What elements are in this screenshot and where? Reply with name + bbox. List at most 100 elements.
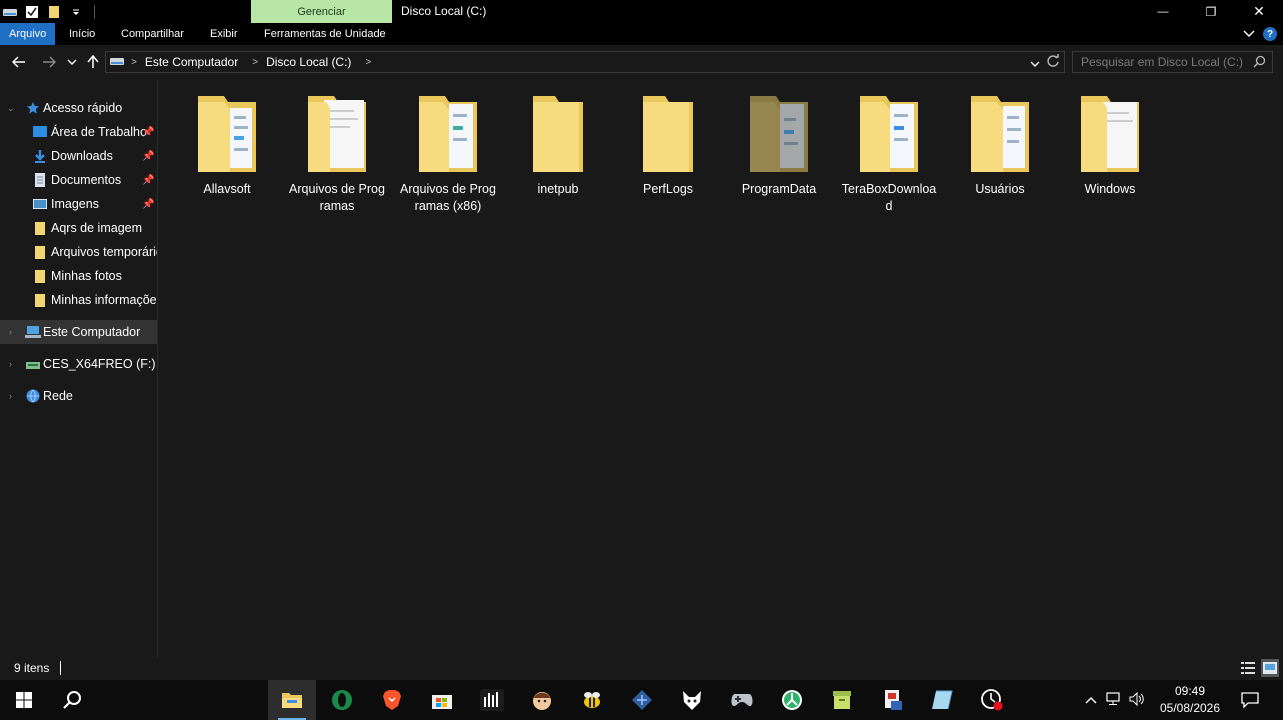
properties-icon[interactable] bbox=[24, 4, 40, 20]
details-view-button[interactable] bbox=[1239, 659, 1257, 677]
star-icon bbox=[26, 101, 40, 115]
nav-usb-drive[interactable]: › CES_X64FREO (F:) bbox=[0, 352, 157, 376]
taskbar-green-app[interactable] bbox=[768, 680, 816, 720]
nav-item-folder[interactable]: Minhas fotos bbox=[0, 264, 157, 288]
breadcrumb-local-disk[interactable]: Disco Local (C:) bbox=[266, 55, 351, 69]
folder-item[interactable]: PerfLogs bbox=[613, 92, 723, 222]
taskbar-ms-store[interactable] bbox=[418, 680, 466, 720]
tab-view[interactable]: Exibir bbox=[201, 23, 247, 45]
chevron-right-icon[interactable]: › bbox=[9, 391, 12, 401]
taskbar-opera[interactable] bbox=[318, 680, 366, 720]
notifications-button[interactable] bbox=[1226, 680, 1274, 720]
nav-item-documents[interactable]: Documentos 📌 bbox=[0, 168, 157, 192]
search-input[interactable] bbox=[1079, 54, 1249, 70]
nav-item-folder[interactable]: Minhas informações bbox=[0, 288, 157, 312]
taskbar-gamepad-app[interactable] bbox=[718, 680, 766, 720]
refresh-icon[interactable] bbox=[1046, 54, 1060, 71]
tab-home[interactable]: Início bbox=[60, 23, 104, 45]
taskbar-document-app[interactable] bbox=[868, 680, 916, 720]
folder-item[interactable]: Arquivos de Programas (x86) bbox=[393, 92, 503, 222]
taskbar-notes-app[interactable] bbox=[918, 680, 966, 720]
folder-item[interactable]: Allavsoft bbox=[172, 92, 282, 222]
status-caret bbox=[60, 661, 61, 675]
close-button[interactable]: ✕ bbox=[1235, 0, 1283, 23]
minimize-button[interactable]: — bbox=[1139, 0, 1187, 23]
nav-item-folder[interactable]: Aqrs de imagem bbox=[0, 216, 157, 240]
nav-network[interactable]: › Rede bbox=[0, 384, 157, 408]
nav-quick-access[interactable]: ⌄ Acesso rápido bbox=[0, 96, 157, 120]
forward-button[interactable] bbox=[40, 53, 58, 71]
network-status-icon[interactable] bbox=[1105, 691, 1121, 709]
nav-this-pc[interactable]: › Este Computador bbox=[0, 320, 157, 344]
address-bar[interactable]: > Este Computador > Disco Local (C:) > bbox=[105, 51, 1065, 73]
taskbar-clock[interactable]: 09:49 05/08/2026 bbox=[1150, 683, 1230, 717]
taskbar-face-app[interactable] bbox=[518, 680, 566, 720]
drive-icon[interactable] bbox=[2, 4, 18, 20]
pin-icon[interactable]: 📌 bbox=[142, 199, 154, 210]
new-folder-icon[interactable] bbox=[46, 4, 62, 20]
recent-locations-button[interactable] bbox=[63, 53, 81, 71]
folder-name: inetpub bbox=[537, 182, 579, 196]
large-icons-view-button[interactable] bbox=[1261, 659, 1279, 677]
taskbar-network-app[interactable] bbox=[618, 680, 666, 720]
opera-icon bbox=[332, 690, 352, 710]
tab-file[interactable]: Arquivo bbox=[0, 23, 56, 45]
folder-icon bbox=[194, 92, 260, 178]
taskbar-audio-app[interactable] bbox=[468, 680, 516, 720]
help-icon[interactable]: ? bbox=[1263, 27, 1277, 41]
address-dropdown-icon[interactable] bbox=[1030, 56, 1040, 70]
file-list: Allavsoft Arquivos de Programas Arquivos… bbox=[158, 80, 1283, 657]
audio-app-icon bbox=[480, 689, 504, 711]
back-button[interactable] bbox=[10, 53, 28, 71]
taskbar-archive-app[interactable] bbox=[818, 680, 866, 720]
nav-item-pictures[interactable]: Imagens 📌 bbox=[0, 192, 157, 216]
ms-store-icon bbox=[432, 695, 452, 709]
taskbar-bee-app[interactable] bbox=[568, 680, 616, 720]
taskbar-recorder-app[interactable] bbox=[968, 680, 1016, 720]
taskbar-search-button[interactable] bbox=[48, 680, 96, 720]
nav-label: Acesso rápido bbox=[43, 101, 123, 115]
taskbar-file-explorer[interactable] bbox=[268, 680, 316, 720]
folder-icon bbox=[415, 92, 481, 178]
taskbar-brave[interactable] bbox=[368, 680, 416, 720]
nav-label: Downloads bbox=[51, 149, 113, 163]
breadcrumb-separator[interactable]: > bbox=[131, 57, 137, 68]
pin-icon[interactable]: 📌 bbox=[142, 127, 154, 138]
nav-item-desktop[interactable]: Área de Trabalho 📌 bbox=[0, 120, 157, 144]
up-arrow-icon bbox=[87, 55, 99, 68]
folder-item[interactable]: TeraBoxDownload bbox=[834, 92, 944, 222]
customize-toolbar-icon[interactable] bbox=[68, 4, 84, 20]
volume-icon[interactable] bbox=[1129, 691, 1145, 709]
pin-icon[interactable]: 📌 bbox=[142, 151, 154, 162]
tab-manage[interactable]: Gerenciar bbox=[251, 0, 392, 23]
nav-item-folder[interactable]: Arquivos temporários bbox=[0, 240, 157, 264]
maximize-button[interactable]: ❐ bbox=[1187, 0, 1235, 23]
tab-share[interactable]: Compartilhar bbox=[112, 23, 193, 45]
folder-name: PerfLogs bbox=[642, 182, 694, 196]
folder-item[interactable]: ProgramData bbox=[724, 92, 834, 222]
expand-ribbon-icon[interactable] bbox=[1243, 27, 1255, 41]
nav-label: Minhas fotos bbox=[51, 269, 122, 283]
show-hidden-icons-icon[interactable] bbox=[1085, 693, 1097, 707]
pin-icon[interactable]: 📌 bbox=[142, 175, 154, 186]
chevron-right-icon[interactable]: › bbox=[9, 327, 12, 337]
tab-drive-tools[interactable]: Ferramentas de Unidade bbox=[255, 23, 395, 45]
folder-item[interactable]: Arquivos de Programas bbox=[282, 92, 392, 222]
face-app-icon bbox=[533, 692, 551, 710]
breadcrumb-separator[interactable]: > bbox=[365, 57, 371, 68]
search-icon[interactable] bbox=[1253, 55, 1266, 71]
folder-item[interactable]: inetpub bbox=[503, 92, 613, 222]
breadcrumb-this-pc[interactable]: Este Computador bbox=[145, 55, 238, 69]
taskbar-fox-app[interactable] bbox=[668, 680, 716, 720]
folder-item[interactable]: Windows bbox=[1055, 92, 1165, 222]
up-button[interactable] bbox=[84, 53, 102, 71]
breadcrumb-separator[interactable]: > bbox=[252, 57, 258, 68]
chevron-down-icon[interactable]: ⌄ bbox=[7, 103, 15, 114]
large-icons-view-icon bbox=[1263, 662, 1277, 674]
start-button[interactable] bbox=[0, 680, 48, 720]
gamepad-icon bbox=[731, 694, 753, 706]
desktop-icon bbox=[33, 125, 47, 139]
nav-item-downloads[interactable]: Downloads 📌 bbox=[0, 144, 157, 168]
chevron-right-icon[interactable]: › bbox=[9, 359, 12, 369]
folder-item[interactable]: Usuários bbox=[945, 92, 1055, 222]
